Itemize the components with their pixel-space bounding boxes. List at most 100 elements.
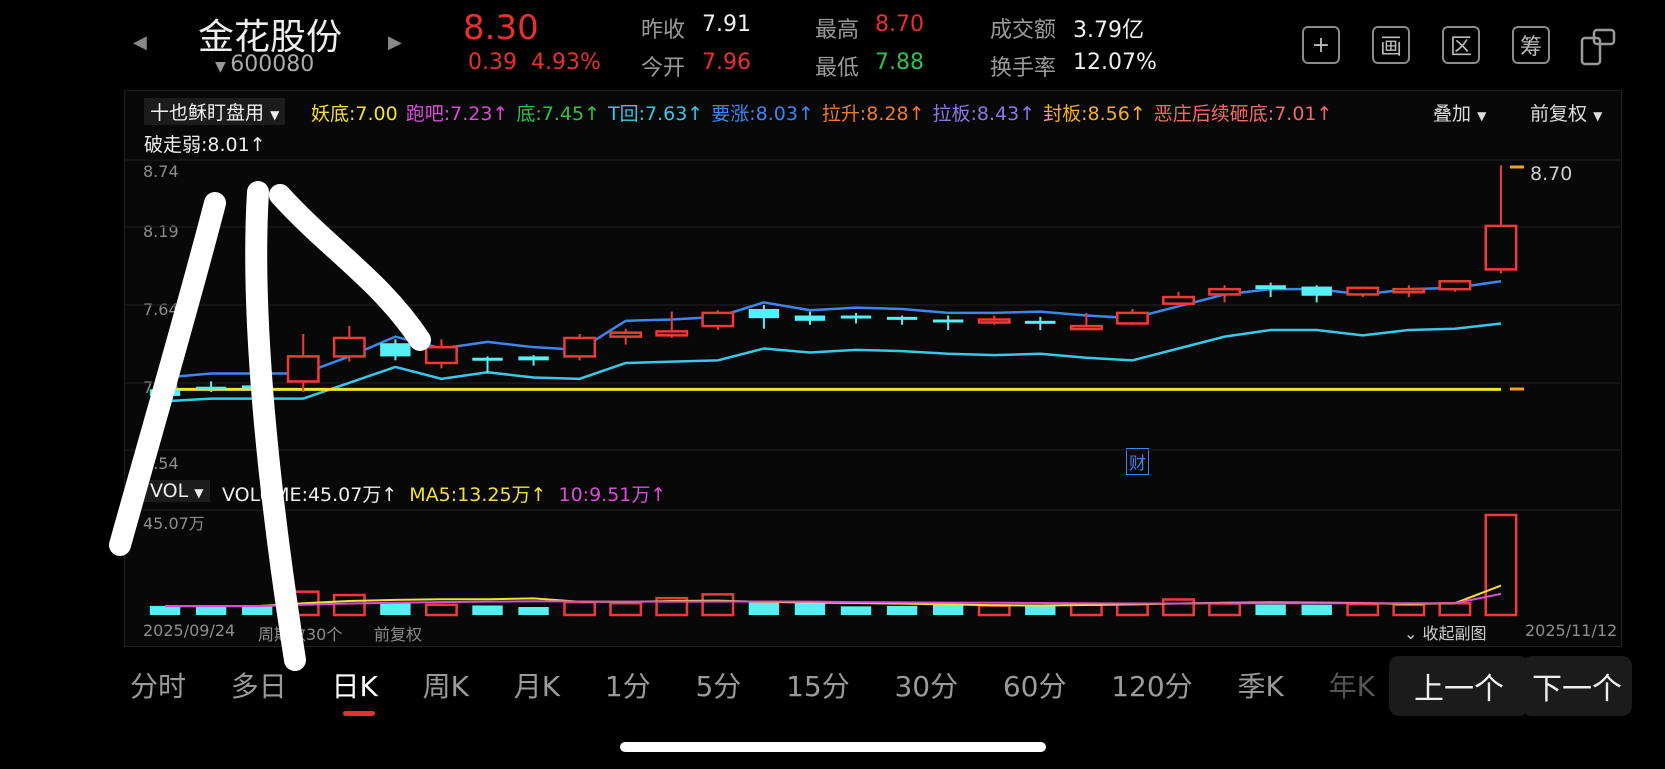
tab-jik[interactable]: 季K	[1237, 665, 1283, 705]
volume-bar	[1162, 598, 1195, 617]
volume-bar	[195, 606, 227, 615]
tab-120min[interactable]: 120分	[1111, 665, 1192, 705]
range-button[interactable]: 区	[1442, 26, 1480, 64]
volume-value: VOLUME:45.07万↑	[222, 484, 398, 506]
turnover-label: 成交额	[990, 18, 1057, 43]
volume-bar	[472, 605, 503, 615]
start-date: 2025/09/24	[143, 621, 236, 640]
candle-body	[472, 357, 503, 361]
add-watchlist-button[interactable]: +	[1302, 26, 1340, 64]
tab-15min[interactable]: 15分	[786, 665, 850, 705]
candle-body	[794, 315, 826, 321]
volume-bar	[1346, 602, 1380, 617]
adjust-caret-icon: ▼	[1593, 109, 1603, 123]
turnover-rate-label: 换手率	[990, 56, 1057, 81]
overlay-text: 叠加	[1433, 103, 1472, 125]
landscape-switch-icon[interactable]	[1578, 26, 1618, 66]
volume-bar	[840, 606, 872, 615]
candle-body	[1484, 224, 1518, 271]
footer-adjust: 前复权	[374, 625, 423, 644]
volume-chart[interactable]	[124, 505, 1620, 619]
kline-chart[interactable]	[124, 155, 1620, 475]
home-indicator[interactable]	[620, 742, 1046, 752]
volume-legend: VOLUME:45.07万↑ MA5:13.25万↑ 10:9.51万↑	[222, 480, 666, 507]
volume-bar	[1484, 513, 1518, 617]
collapse-text: 收起副图	[1422, 624, 1487, 643]
candle-body	[748, 308, 780, 319]
active-tab-underline	[343, 711, 375, 716]
indicator-lasheng: 拉升:8.28↑	[821, 103, 925, 125]
candle-body	[1208, 287, 1242, 296]
high-label: 最高	[815, 18, 860, 43]
dropdown-caret-icon: ▼	[270, 108, 280, 122]
candle-body	[655, 330, 689, 337]
candle-body	[563, 336, 597, 358]
stock-code: ▼ 600080	[215, 52, 314, 77]
turnover-value: 3.79亿	[1073, 18, 1144, 43]
volume-bar	[886, 605, 918, 615]
draw-button[interactable]: 画	[1372, 26, 1410, 64]
candle-body	[518, 356, 549, 361]
tab-rik[interactable]: 日K	[332, 665, 378, 705]
candle-body	[1025, 320, 1056, 324]
tab-1min[interactable]: 1分	[605, 665, 651, 705]
collapse-chevron-icon: ⌄	[1404, 624, 1423, 643]
candle-body	[195, 386, 227, 390]
volume-bar	[748, 601, 780, 615]
indicator-selector[interactable]: 十也稣盯盘用 ▼	[144, 98, 286, 125]
tab-zhouk[interactable]: 周K	[423, 665, 469, 705]
volume-bar	[701, 593, 735, 617]
volume-ma10: 10:9.51万↑	[558, 484, 667, 506]
prev-stock-button[interactable]: 上一个	[1389, 656, 1529, 716]
candle-body	[1069, 324, 1103, 331]
candle-body	[840, 315, 872, 319]
overlay-dropdown[interactable]: 叠加 ▼	[1433, 99, 1486, 126]
volume-bar	[1301, 604, 1332, 615]
price-change: 0.39	[468, 50, 517, 75]
period-count: 周期数30个	[258, 625, 343, 644]
end-date: 2025/11/12	[1525, 621, 1618, 640]
candle-body	[609, 331, 643, 338]
tab-60min[interactable]: 60分	[1003, 665, 1067, 705]
candle-body	[1438, 280, 1472, 291]
tab-yuek[interactable]: 月K	[514, 665, 560, 705]
indicator-selector-text: 十也稣盯盘用	[150, 102, 265, 124]
candle-body	[1346, 286, 1380, 296]
tab-30min[interactable]: 30分	[894, 665, 958, 705]
volume-bar	[609, 601, 643, 617]
next-stock-arrow[interactable]: ▶	[388, 32, 402, 53]
candle-body	[380, 343, 411, 357]
volume-bar	[1069, 603, 1103, 617]
volume-bar	[241, 606, 273, 615]
low-label: 最低	[815, 56, 860, 81]
indicator-pozouruo: 破走弱:8.01↑	[144, 134, 266, 156]
volume-bar	[332, 593, 366, 617]
volume-bar	[518, 607, 549, 615]
indicator-thui: T回:7.63↑	[608, 103, 704, 125]
code-caret-icon: ▼	[215, 59, 231, 75]
volume-bar	[149, 605, 181, 615]
chips-button[interactable]: 筹	[1512, 26, 1550, 64]
volume-bar	[977, 604, 1011, 617]
stock-code-text: 600080	[230, 52, 315, 77]
candle-body	[1301, 286, 1332, 296]
indicator-laban: 拉板:8.43↑	[932, 103, 1036, 125]
prev-stock-arrow[interactable]: ◀	[133, 32, 147, 53]
indicator-fengban: 封板:8.56↑	[1043, 103, 1146, 125]
tab-fenshi[interactable]: 分时	[130, 665, 186, 705]
volume-bar	[1438, 601, 1472, 617]
tab-duori[interactable]: 多日	[231, 665, 287, 705]
adjust-text: 前复权	[1530, 103, 1588, 125]
next-stock-button-visible[interactable]: 下一个	[1522, 656, 1632, 716]
high-value: 8.70	[875, 12, 924, 37]
tab-niank[interactable]: 年K	[1329, 665, 1375, 705]
candle-body	[1115, 311, 1149, 325]
volume-selector[interactable]: VOL ▼	[144, 480, 210, 502]
price-change-pct: 4.93%	[531, 50, 601, 75]
collapse-subchart-button[interactable]: ⌄ 收起副图	[1404, 620, 1487, 644]
adjust-dropdown[interactable]: 前复权 ▼	[1530, 99, 1602, 126]
prev-close-value: 7.91	[702, 12, 751, 37]
volume-bar	[1208, 602, 1242, 617]
candle-body	[332, 336, 366, 358]
tab-5min[interactable]: 5分	[695, 665, 741, 705]
